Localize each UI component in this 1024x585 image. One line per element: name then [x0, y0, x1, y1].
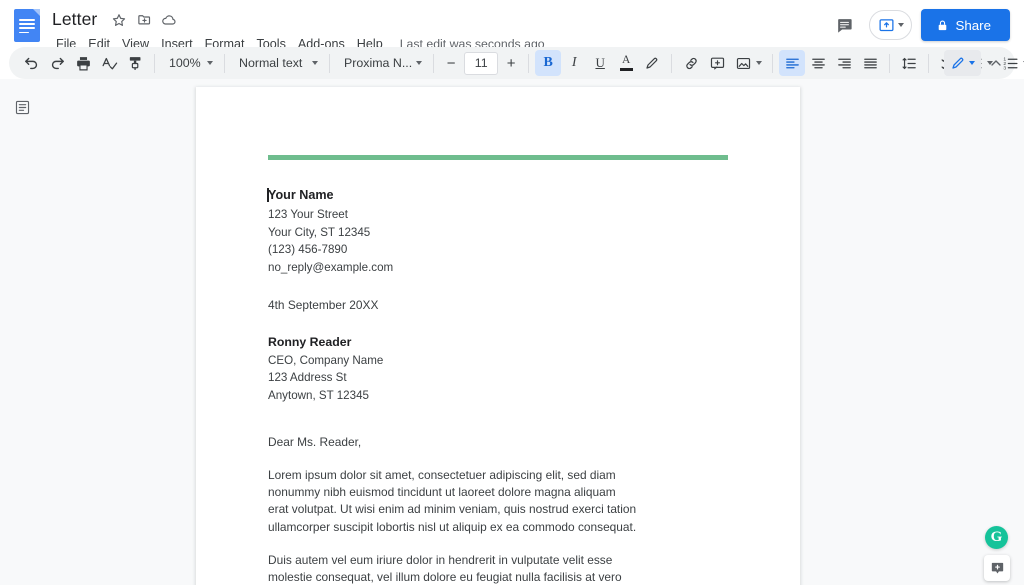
green-horizontal-rule [268, 155, 728, 160]
recipient-name[interactable]: Ronny Reader [268, 334, 728, 352]
share-button[interactable]: Share [920, 9, 1010, 41]
line-spacing-icon[interactable] [896, 50, 922, 76]
chevron-down-icon [756, 61, 763, 65]
paint-format-icon[interactable] [122, 50, 148, 76]
toolbar-right-group [944, 50, 1009, 76]
zoom-value: 100% [169, 56, 201, 70]
insert-image-icon [737, 57, 751, 69]
align-right-icon[interactable] [831, 50, 857, 76]
collapse-toolbar-icon[interactable] [983, 50, 1009, 76]
toolbar-separator [928, 53, 930, 73]
underline-button[interactable]: U [587, 50, 613, 76]
document-title[interactable]: Letter [50, 9, 99, 30]
highlight-icon[interactable] [639, 50, 665, 76]
align-left-icon[interactable] [779, 50, 806, 76]
salutation[interactable]: Dear Ms. Reader, [268, 434, 728, 451]
share-button-label: Share [955, 17, 991, 33]
toolbar-separator [329, 53, 330, 73]
decrease-font-size-button[interactable]: − [440, 52, 462, 75]
body-paragraph[interactable]: Duis autem vel eum iriure dolor in hendr… [268, 552, 638, 585]
increase-font-size-button[interactable]: + [500, 52, 522, 75]
present-button[interactable] [868, 10, 912, 40]
redo-icon[interactable] [44, 50, 70, 76]
recipient-block: Ronny Reader CEO, Company Name 123 Addre… [268, 334, 728, 404]
sender-address-line[interactable]: (123) 456-7890 [268, 241, 728, 259]
toolbar-separator [224, 53, 225, 73]
align-center-icon[interactable] [805, 50, 831, 76]
text-color-label: A [622, 54, 631, 66]
chevron-down-icon [416, 61, 423, 65]
italic-label: I [571, 55, 577, 70]
comment-history-icon[interactable] [830, 10, 860, 40]
zoom-select[interactable]: 100% [161, 50, 218, 76]
explore-icon [991, 562, 1003, 573]
font-size-stepper: − 11 + [440, 51, 522, 75]
chevron-down-icon [312, 61, 318, 65]
recipient-line[interactable]: Anytown, ST 12345 [268, 387, 728, 405]
title-icon-group [108, 9, 180, 31]
undo-icon[interactable] [18, 50, 44, 76]
spellcheck-icon[interactable] [96, 50, 122, 76]
print-icon[interactable] [70, 50, 96, 76]
star-icon[interactable] [108, 9, 130, 31]
text-color-button[interactable]: A [613, 50, 639, 76]
editing-mode-caret [969, 61, 975, 65]
google-docs-icon [14, 9, 40, 42]
formatting-toolbar: 100% Normal text Proxima N... − 11 + B I… [9, 47, 1024, 79]
document-workspace: Your Name 123 Your Street Your City, ST … [0, 79, 1024, 585]
chevron-down-icon [207, 61, 213, 65]
document-page[interactable]: Your Name 123 Your Street Your City, ST … [196, 87, 800, 585]
present-dropdown-caret[interactable] [897, 23, 904, 27]
sender-address-line[interactable]: 123 Your Street [268, 206, 728, 224]
header-actions: Share [830, 9, 1010, 41]
body-paragraph[interactable]: Lorem ipsum dolor sit amet, consectetuer… [268, 467, 638, 536]
move-to-folder-icon[interactable] [133, 9, 155, 31]
toolbar-separator [772, 53, 774, 73]
toolbar-separator [528, 53, 530, 73]
insert-image-select[interactable] [730, 50, 766, 76]
google-docs-app: Letter File Edit View Insert Format Tool… [0, 0, 1024, 585]
sender-address-line[interactable]: Your City, ST 12345 [268, 224, 728, 242]
document-content: Your Name 123 Your Street Your City, ST … [196, 87, 800, 585]
bold-button[interactable]: B [535, 50, 562, 76]
explore-button[interactable] [984, 555, 1010, 581]
cloud-status-icon[interactable] [158, 9, 180, 31]
text-color-swatch [619, 68, 633, 71]
sender-name[interactable]: Your Name [267, 187, 728, 204]
font-family-select[interactable]: Proxima N... [336, 50, 427, 76]
bold-label: B [543, 55, 553, 70]
sender-address-line[interactable]: no_reply@example.com [268, 259, 728, 277]
toolbar-separator [154, 53, 155, 73]
add-comment-icon[interactable] [704, 50, 730, 76]
recipient-line[interactable]: 123 Address St [268, 369, 728, 387]
font-size-input[interactable]: 11 [464, 51, 499, 75]
toolbar-separator [433, 53, 435, 73]
align-justify-icon[interactable] [857, 50, 883, 76]
paragraph-style-value: Normal text [239, 56, 303, 70]
app-header: Letter File Edit View Insert Format Tool… [0, 0, 1024, 51]
show-document-outline-icon[interactable] [11, 96, 33, 118]
editing-pencil-icon [952, 57, 964, 69]
toolbar-separator [671, 53, 673, 73]
recipient-line[interactable]: CEO, Company Name [268, 352, 728, 370]
font-family-value: Proxima N... [344, 56, 413, 70]
grammarly-label: G [990, 528, 1003, 545]
grammarly-badge-icon[interactable]: G [985, 526, 1008, 549]
underline-label: U [595, 55, 605, 70]
editing-mode-button[interactable] [944, 50, 981, 76]
lock-icon [938, 20, 946, 30]
link-icon[interactable] [678, 50, 704, 76]
letter-date[interactable]: 4th September 20XX [268, 297, 728, 314]
italic-button[interactable]: I [561, 50, 587, 76]
paragraph-style-select[interactable]: Normal text [231, 50, 323, 76]
toolbar-separator [889, 53, 891, 73]
